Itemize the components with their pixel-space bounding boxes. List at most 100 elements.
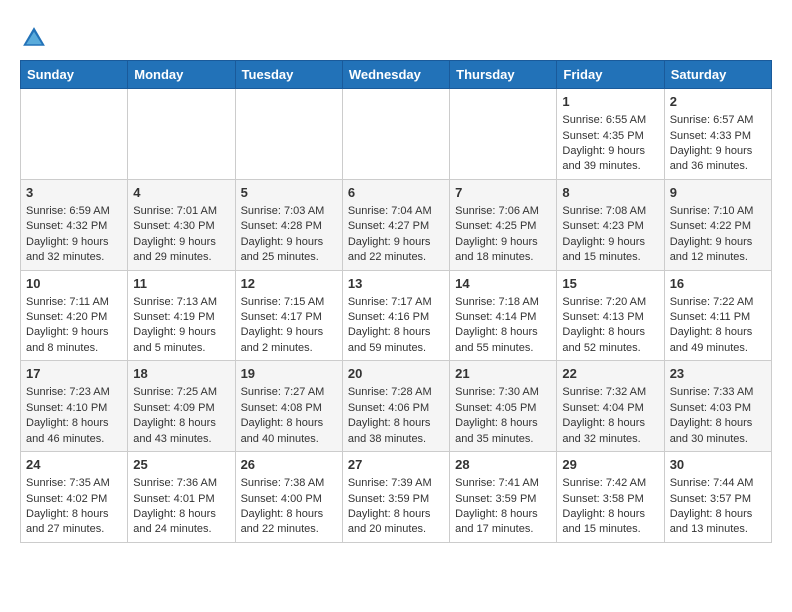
day-info: Sunrise: 7:32 AM Sunset: 4:04 PM Dayligh… [562,386,646,444]
calendar-cell: 3Sunrise: 6:59 AM Sunset: 4:32 PM Daylig… [21,179,128,270]
day-info: Sunrise: 7:11 AM Sunset: 4:20 PM Dayligh… [26,296,109,354]
day-number: 20 [348,365,444,383]
weekday-header-monday: Monday [128,61,235,89]
day-number: 8 [562,184,658,202]
day-number: 26 [241,456,337,474]
day-number: 22 [562,365,658,383]
calendar-cell: 16 Sunrise: 7:22 AM Sunset: 4:11 PM Dayli… [664,270,771,361]
day-info: Sunrise: 7:13 AM Sunset: 4:19 PM Dayligh… [133,296,217,354]
day-number: 7 [455,184,551,202]
day-number: 4 [133,184,229,202]
day-info: Sunrise: 7:38 AM Sunset: 4:00 PM Dayligh… [241,477,325,535]
calendar-cell: 20 Sunrise: 7:28 AM Sunset: 4:06 PM Dayli… [342,361,449,452]
day-number: 5 [241,184,337,202]
day-number: 2 [670,93,766,111]
day-number: 10 [26,275,122,293]
page: SundayMondayTuesdayWednesdayThursdayFrid… [0,0,792,553]
calendar-cell [235,89,342,180]
calendar-cell: 6 Sunrise: 7:04 AM Sunset: 4:27 PM Daylig… [342,179,449,270]
day-number: 12 [241,275,337,293]
weekday-header-sunday: Sunday [21,61,128,89]
day-number: 25 [133,456,229,474]
day-info: Sunrise: 7:08 AM Sunset: 4:23 PM Dayligh… [562,205,646,263]
calendar-cell: 5 Sunrise: 7:03 AM Sunset: 4:28 PM Daylig… [235,179,342,270]
calendar-cell: 8 Sunrise: 7:08 AM Sunset: 4:23 PM Daylig… [557,179,664,270]
calendar-cell: 12 Sunrise: 7:15 AM Sunset: 4:17 PM Dayli… [235,270,342,361]
calendar-cell: 17 Sunrise: 7:23 AM Sunset: 4:10 PM Dayli… [21,361,128,452]
calendar-cell: 26 Sunrise: 7:38 AM Sunset: 4:00 PM Dayli… [235,452,342,543]
weekday-header-wednesday: Wednesday [342,61,449,89]
day-info: Sunrise: 6:59 AM Sunset: 4:32 PM Dayligh… [26,205,110,263]
day-info: Sunrise: 7:25 AM Sunset: 4:09 PM Dayligh… [133,386,217,444]
day-info: Sunrise: 7:23 AM Sunset: 4:10 PM Dayligh… [26,386,110,444]
day-info: Sunrise: 7:42 AM Sunset: 3:58 PM Dayligh… [562,477,646,535]
day-number: 13 [348,275,444,293]
calendar-cell [342,89,449,180]
week-row-1: 1 Sunrise: 6:55 AM Sunset: 4:35 PM Daylig… [21,89,772,180]
day-number: 21 [455,365,551,383]
weekday-header-friday: Friday [557,61,664,89]
day-info: Sunrise: 7:18 AM Sunset: 4:14 PM Dayligh… [455,296,539,354]
calendar-cell: 11 Sunrise: 7:13 AM Sunset: 4:19 PM Dayli… [128,270,235,361]
calendar-cell: 18 Sunrise: 7:25 AM Sunset: 4:09 PM Dayli… [128,361,235,452]
day-number: 30 [670,456,766,474]
day-number: 1 [562,93,658,111]
weekday-header-thursday: Thursday [450,61,557,89]
day-number: 11 [133,275,229,293]
day-info: Sunrise: 7:06 AM Sunset: 4:25 PM Dayligh… [455,205,539,263]
calendar-cell: 21 Sunrise: 7:30 AM Sunset: 4:05 PM Dayli… [450,361,557,452]
day-info: Sunrise: 6:57 AM Sunset: 4:33 PM Dayligh… [670,114,754,172]
calendar-cell: 7 Sunrise: 7:06 AM Sunset: 4:25 PM Daylig… [450,179,557,270]
calendar-cell: 30 Sunrise: 7:44 AM Sunset: 3:57 PM Dayli… [664,452,771,543]
day-info: Sunrise: 7:03 AM Sunset: 4:28 PM Dayligh… [241,205,325,263]
weekday-header-tuesday: Tuesday [235,61,342,89]
calendar-cell: 25Sunrise: 7:36 AM Sunset: 4:01 PM Dayli… [128,452,235,543]
calendar-table: SundayMondayTuesdayWednesdayThursdayFrid… [20,60,772,543]
day-number: 19 [241,365,337,383]
week-row-5: 24Sunrise: 7:35 AM Sunset: 4:02 PM Dayli… [21,452,772,543]
day-number: 15 [562,275,658,293]
day-info: Sunrise: 7:20 AM Sunset: 4:13 PM Dayligh… [562,296,646,354]
day-info: Sunrise: 7:44 AM Sunset: 3:57 PM Dayligh… [670,477,754,535]
day-number: 16 [670,275,766,293]
day-number: 6 [348,184,444,202]
day-info: Sunrise: 7:35 AM Sunset: 4:02 PM Dayligh… [26,477,110,535]
weekday-header-row: SundayMondayTuesdayWednesdayThursdayFrid… [21,61,772,89]
day-info: Sunrise: 7:28 AM Sunset: 4:06 PM Dayligh… [348,386,432,444]
day-number: 18 [133,365,229,383]
logo-icon [20,24,48,52]
calendar-cell: 4Sunrise: 7:01 AM Sunset: 4:30 PM Daylig… [128,179,235,270]
calendar-cell: 28Sunrise: 7:41 AM Sunset: 3:59 PM Dayli… [450,452,557,543]
week-row-4: 17 Sunrise: 7:23 AM Sunset: 4:10 PM Dayli… [21,361,772,452]
calendar-cell: 27Sunrise: 7:39 AM Sunset: 3:59 PM Dayli… [342,452,449,543]
day-info: Sunrise: 7:17 AM Sunset: 4:16 PM Dayligh… [348,296,432,354]
day-info: Sunrise: 6:55 AM Sunset: 4:35 PM Dayligh… [562,114,646,172]
calendar-cell: 9 Sunrise: 7:10 AM Sunset: 4:22 PM Daylig… [664,179,771,270]
calendar-cell: 14 Sunrise: 7:18 AM Sunset: 4:14 PM Dayli… [450,270,557,361]
calendar-cell: 15 Sunrise: 7:20 AM Sunset: 4:13 PM Dayli… [557,270,664,361]
day-number: 17 [26,365,122,383]
calendar-cell: 22 Sunrise: 7:32 AM Sunset: 4:04 PM Dayli… [557,361,664,452]
day-number: 29 [562,456,658,474]
day-info: Sunrise: 7:30 AM Sunset: 4:05 PM Dayligh… [455,386,539,444]
day-info: Sunrise: 7:27 AM Sunset: 4:08 PM Dayligh… [241,386,325,444]
day-number: 28 [455,456,551,474]
day-info: Sunrise: 7:39 AM Sunset: 3:59 PM Dayligh… [348,477,432,535]
calendar-cell: 19 Sunrise: 7:27 AM Sunset: 4:08 PM Dayli… [235,361,342,452]
calendar-cell [21,89,128,180]
day-info: Sunrise: 7:15 AM Sunset: 4:17 PM Dayligh… [241,296,325,354]
day-info: Sunrise: 7:04 AM Sunset: 4:27 PM Dayligh… [348,205,432,263]
header [20,20,772,52]
calendar-cell: 1 Sunrise: 6:55 AM Sunset: 4:35 PM Daylig… [557,89,664,180]
calendar-cell: 23Sunrise: 7:33 AM Sunset: 4:03 PM Dayli… [664,361,771,452]
day-info: Sunrise: 7:33 AM Sunset: 4:03 PM Dayligh… [670,386,754,444]
day-info: Sunrise: 7:22 AM Sunset: 4:11 PM Dayligh… [670,296,754,354]
day-info: Sunrise: 7:10 AM Sunset: 4:22 PM Dayligh… [670,205,754,263]
week-row-3: 10 Sunrise: 7:11 AM Sunset: 4:20 PM Dayli… [21,270,772,361]
day-number: 14 [455,275,551,293]
calendar-cell: 13 Sunrise: 7:17 AM Sunset: 4:16 PM Dayli… [342,270,449,361]
calendar-cell [128,89,235,180]
day-number: 9 [670,184,766,202]
logo [20,24,52,52]
calendar-cell: 24Sunrise: 7:35 AM Sunset: 4:02 PM Dayli… [21,452,128,543]
